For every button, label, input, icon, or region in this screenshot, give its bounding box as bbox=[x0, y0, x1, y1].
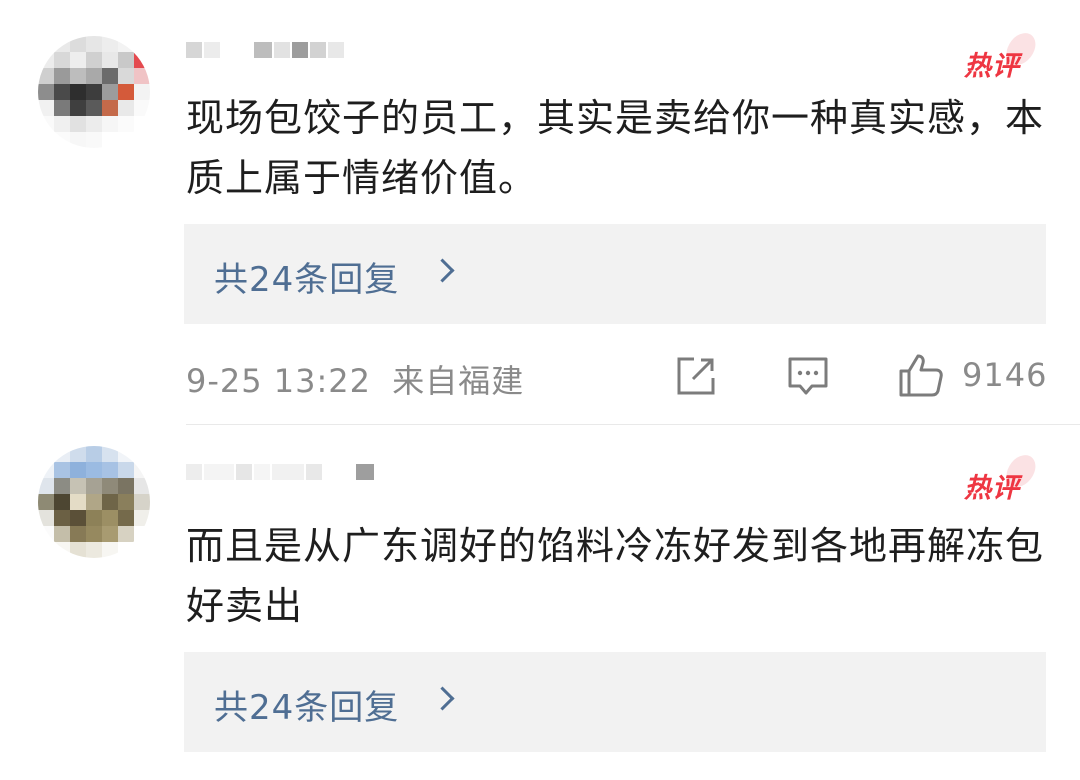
chevron-right-icon bbox=[430, 258, 455, 283]
comment-meta: 9-25 13:22 来自福建 bbox=[186, 356, 524, 402]
share-icon bbox=[677, 357, 715, 395]
replies-count-label: 共24条回复 bbox=[214, 260, 400, 300]
username[interactable] bbox=[186, 452, 376, 492]
comment-icon bbox=[788, 357, 828, 395]
avatar[interactable] bbox=[38, 446, 150, 558]
timestamp: 9-25 13:22 bbox=[186, 362, 372, 400]
location: 来自福建 bbox=[392, 362, 525, 400]
view-replies-button[interactable]: 共24条回复 bbox=[184, 224, 1046, 324]
divider bbox=[186, 424, 1080, 425]
like-icon bbox=[899, 354, 943, 397]
chevron-right-icon bbox=[430, 686, 455, 711]
username[interactable] bbox=[186, 30, 346, 70]
comment-text: 而且是从广东调好的馅料冷冻好发到各地再解冻包好卖出 bbox=[186, 524, 1045, 628]
share-button[interactable] bbox=[674, 354, 718, 398]
hot-comment-label: 热评 bbox=[964, 51, 1020, 82]
avatar[interactable] bbox=[38, 36, 150, 148]
like-button[interactable] bbox=[898, 352, 943, 397]
like-count: 9146 bbox=[962, 356, 1048, 394]
hot-comment-badge: 热评 bbox=[964, 28, 1040, 84]
comment-text: 现场包饺子的员工，其实是卖给你一种真实感，本质上属于情绪价值。 bbox=[186, 96, 1045, 200]
hot-comment-badge: 热评 bbox=[964, 450, 1040, 506]
reply-button[interactable] bbox=[786, 354, 830, 398]
hot-comment-label: 热评 bbox=[964, 473, 1020, 504]
view-replies-button[interactable]: 共24条回复 bbox=[184, 652, 1046, 752]
replies-count-label: 共24条回复 bbox=[214, 688, 400, 728]
